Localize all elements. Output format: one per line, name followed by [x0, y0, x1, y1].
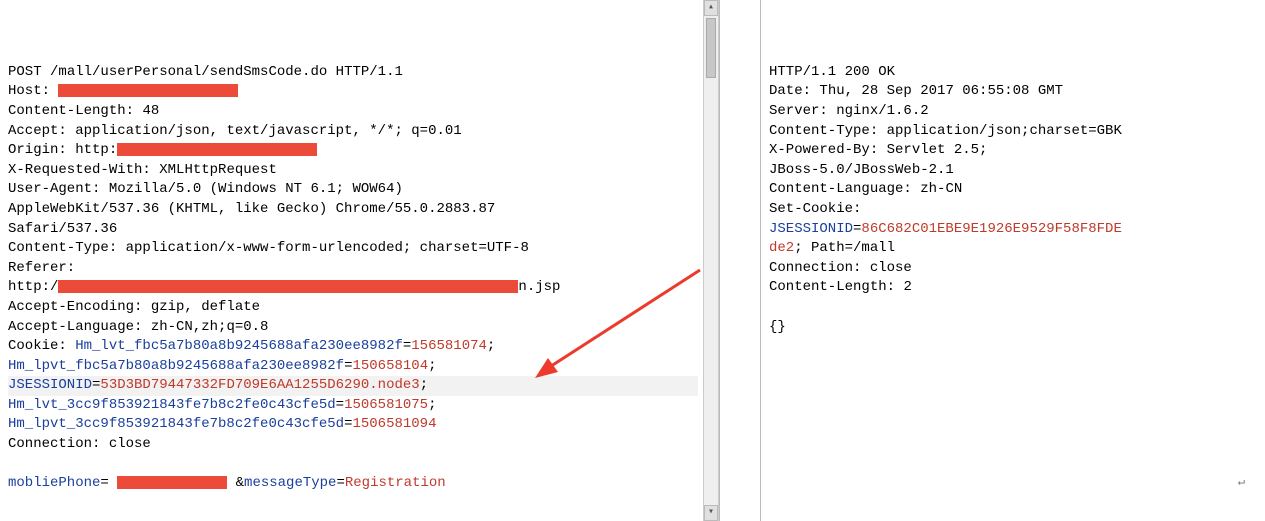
header-host: Host: — [8, 83, 58, 99]
header-ua-line3: Safari/537.36 — [8, 221, 117, 237]
header-origin: Origin: http: — [8, 142, 117, 158]
header-connection: Connection: close — [8, 436, 151, 452]
scroll-up-arrow-icon[interactable]: ▴ — [704, 0, 718, 16]
request-line: POST /mall/userPersonal/sendSmsCode.do H… — [8, 64, 403, 80]
request-body: mobliePhone= &messageType=Registration — [8, 475, 446, 491]
resp-setcookie-label: Set-Cookie: — [769, 201, 861, 217]
request-text[interactable]: POST /mall/userPersonal/sendSmsCode.do H… — [8, 43, 711, 513]
header-accenc: Accept-Encoding: gzip, deflate — [8, 299, 260, 315]
scroll-down-arrow-icon[interactable]: ▾ — [704, 505, 718, 521]
resp-jsessionid: JSESSIONID=86C682C01EBE9E1926E9529F58F8F… — [769, 221, 1122, 237]
response-text[interactable]: HTTP/1.1 200 OK Date: Thu, 28 Sep 2017 0… — [769, 43, 1257, 357]
header-acclang: Accept-Language: zh-CN,zh;q=0.8 — [8, 319, 268, 335]
redaction-phone — [117, 476, 227, 489]
resp-xpow2: JBoss-5.0/JBossWeb-2.1 — [769, 162, 954, 178]
header-cookie-1: Cookie: Hm_lvt_fbc5a7b80a8b9245688afa230… — [8, 338, 495, 354]
http-inspector: POST /mall/userPersonal/sendSmsCode.do H… — [0, 0, 1265, 521]
header-ua: User-Agent: Mozilla/5.0 (Windows NT 6.1;… — [8, 181, 403, 197]
panel-divider-gap — [720, 0, 760, 521]
resp-xpow: X-Powered-By: Servlet 2.5; — [769, 142, 987, 158]
response-body: {} — [769, 319, 786, 335]
header-referer-value: http:/ — [8, 279, 58, 295]
redaction-origin — [117, 143, 317, 156]
resp-server: Server: nginx/1.6.2 — [769, 103, 929, 119]
scroll-thumb[interactable] — [706, 18, 716, 78]
resp-ctype: Content-Type: application/json;charset=G… — [769, 123, 1122, 139]
resp-clang: Content-Language: zh-CN — [769, 181, 962, 197]
header-cookie-jsessionid: JSESSIONID=53D3BD79447332FD709E6AA1255D6… — [8, 376, 698, 396]
response-panel[interactable]: HTTP/1.1 200 OK Date: Thu, 28 Sep 2017 0… — [760, 0, 1265, 521]
resp-clen: Content-Length: 2 — [769, 279, 912, 295]
status-line: HTTP/1.1 200 OK — [769, 64, 895, 80]
header-ctype: Content-Type: application/x-www-form-url… — [8, 240, 529, 256]
request-panel[interactable]: POST /mall/userPersonal/sendSmsCode.do H… — [0, 0, 720, 521]
header-cookie-2: Hm_lpvt_fbc5a7b80a8b9245688afa230ee8982f… — [8, 358, 437, 374]
header-referer-label: Referer: — [8, 260, 75, 276]
header-cookie-4: Hm_lvt_3cc9f853921843fe7b8c2fe0c43cfe5d=… — [8, 397, 436, 413]
header-content-length: Content-Length: 48 — [8, 103, 159, 119]
redaction-host — [58, 84, 238, 97]
request-scrollbar[interactable]: ▴ ▾ — [703, 0, 719, 521]
header-accept: Accept: application/json, text/javascrip… — [8, 123, 462, 139]
resp-jsessionid-tail: de2; Path=/mall — [769, 240, 895, 256]
resp-conn: Connection: close — [769, 260, 912, 276]
header-cookie-5: Hm_lpvt_3cc9f853921843fe7b8c2fe0c43cfe5d… — [8, 416, 436, 432]
referer-suffix: n.jsp — [518, 279, 560, 295]
header-xrw: X-Requested-With: XMLHttpRequest — [8, 162, 277, 178]
paragraph-marker-icon: ↵ — [1238, 474, 1245, 491]
redaction-referer — [58, 280, 518, 293]
resp-date: Date: Thu, 28 Sep 2017 06:55:08 GMT — [769, 83, 1063, 99]
header-ua-line2: AppleWebKit/537.36 (KHTML, like Gecko) C… — [8, 201, 495, 217]
